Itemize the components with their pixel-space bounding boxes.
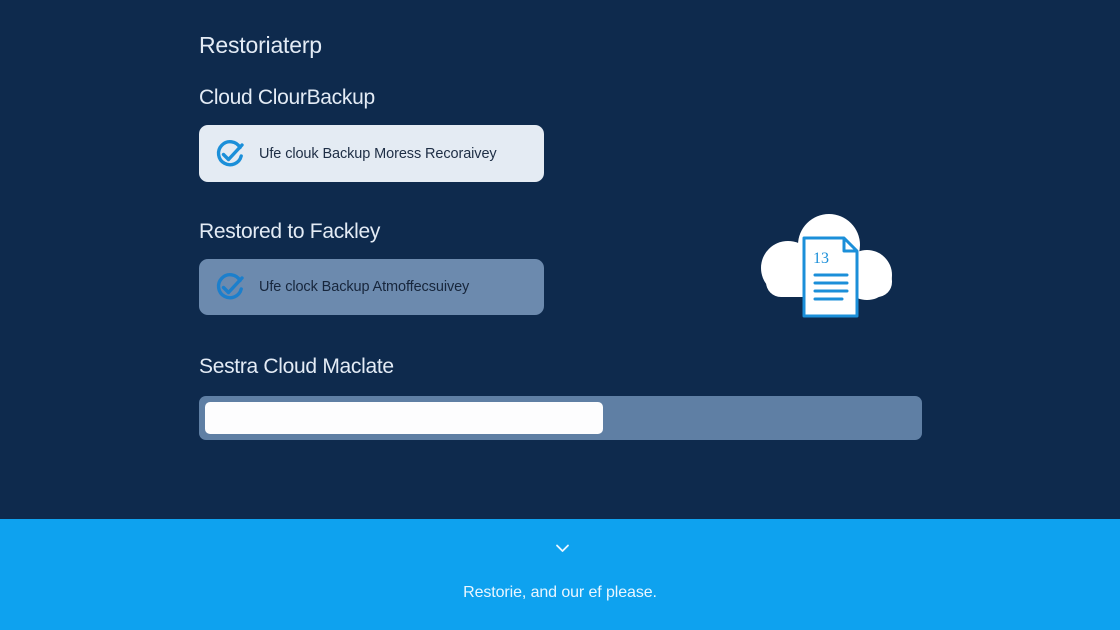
option-label: Ufe clouk Backup Moress Recoraivey — [259, 145, 497, 162]
check-circle-icon — [216, 273, 244, 300]
progress-heading: Sestra Cloud Maclate — [199, 355, 394, 378]
progress-bar — [199, 396, 922, 440]
section-heading-cloud-backup: Cloud ClourBackup — [199, 86, 375, 109]
footer-bar — [0, 519, 1120, 630]
chevron-down-icon[interactable] — [554, 542, 571, 554]
page-title: Restoriaterp — [199, 32, 322, 58]
progress-fill — [205, 402, 603, 434]
main-panel: Restoriaterp Cloud ClourBackup Ufe clouk… — [0, 0, 1120, 519]
footer-message: Restorie, and our ef please. — [463, 584, 657, 601]
check-circle-icon — [216, 139, 244, 166]
option-restore-target[interactable]: Ufe clock Backup Atmoffecsuivey — [199, 259, 544, 315]
section-heading-restored-to: Restored to Fackley — [199, 220, 381, 243]
cloud-document-icon: 13 — [761, 214, 892, 318]
doc-number: 13 — [813, 250, 829, 267]
option-label: Ufe clock Backup Atmoffecsuivey — [259, 279, 470, 295]
option-cloud-backup[interactable]: Ufe clouk Backup Moress Recoraivey — [199, 125, 544, 182]
